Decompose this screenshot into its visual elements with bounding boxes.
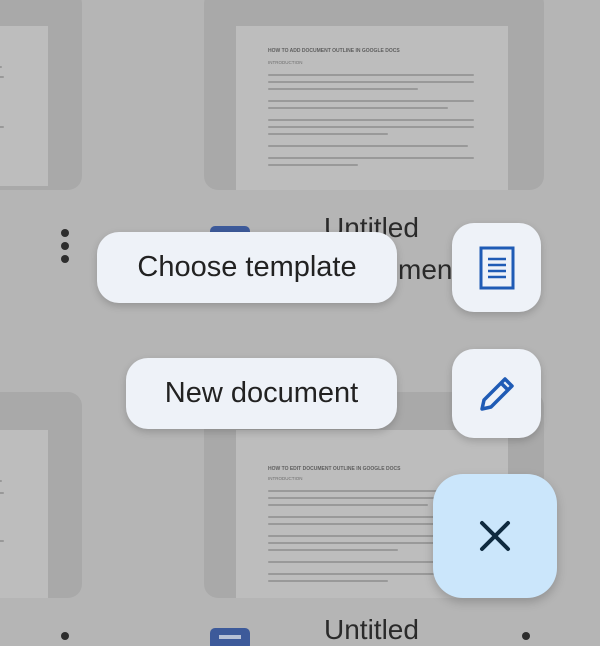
close-fab-button[interactable] [433, 474, 557, 598]
more-options-icon[interactable] [521, 632, 531, 645]
docs-file-icon [210, 628, 250, 646]
document-subheading: INTRODUCTION [268, 60, 303, 65]
document-thumbnail[interactable] [0, 392, 82, 598]
new-document-button[interactable]: New document [126, 358, 397, 429]
document-thumbnail[interactable]: HOW TO ADD DOCUMENT OUTLINE IN GOOGLE DO… [204, 0, 544, 190]
document-title-fragment: ment [398, 254, 461, 285]
choose-template-label: Choose template [137, 251, 357, 283]
document-thumbnail[interactable] [0, 0, 82, 190]
pencil-icon [479, 376, 514, 411]
more-options-icon[interactable] [60, 229, 70, 268]
new-document-label: New document [164, 377, 359, 409]
choose-template-fab[interactable] [452, 223, 541, 312]
more-options-icon[interactable] [60, 632, 70, 645]
document-heading: HOW TO ADD DOCUMENT OUTLINE IN GOOGLE DO… [268, 48, 400, 54]
document-heading: HOW TO EDIT DOCUMENT OUTLINE IN GOOGLE D… [268, 466, 401, 472]
choose-template-button[interactable]: Choose template [97, 232, 397, 303]
document-title[interactable]: Untitled [324, 614, 419, 646]
close-icon [480, 521, 510, 551]
document-template-icon [479, 246, 514, 289]
new-document-fab[interactable] [452, 349, 541, 438]
document-subheading: INTRODUCTION [268, 476, 303, 481]
